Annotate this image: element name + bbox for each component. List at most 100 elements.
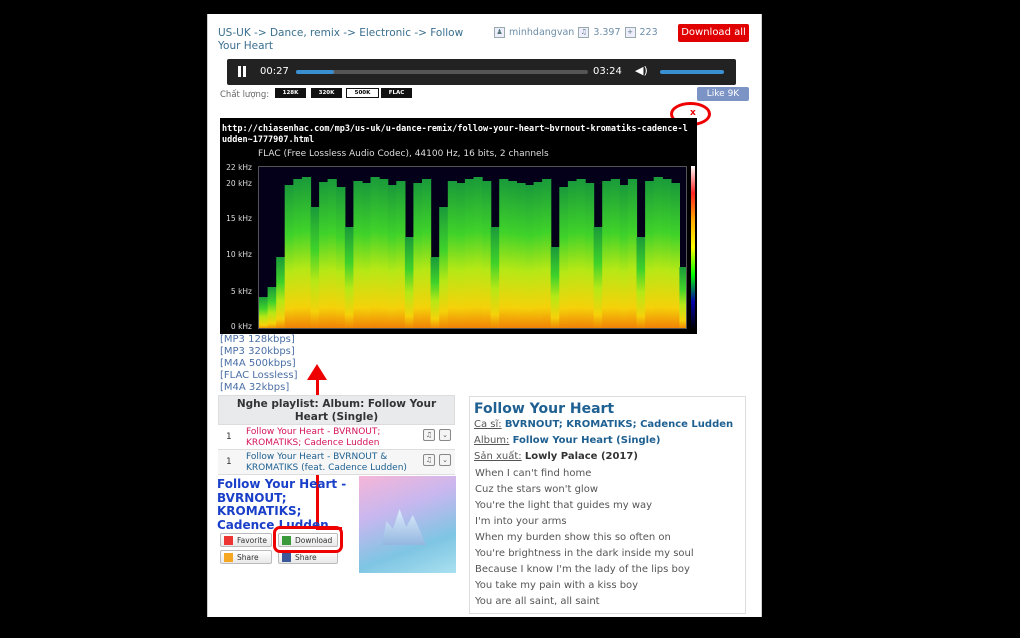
current-time: 00:27 [260,66,289,77]
quality-500k[interactable]: 500K [346,88,379,98]
spectrogram-band [533,182,543,328]
lyric-line: You are all saint, all saint [475,596,600,607]
star-icon [224,553,233,562]
quality-label: Chất lượng: [220,90,270,100]
headphones-icon: ♫ [578,27,590,38]
spectrogram-band [499,179,509,328]
plus-icon: + [624,27,636,38]
format-link-m4a-32[interactable]: [M4A 32kbps] [220,382,289,393]
headphones-icon[interactable]: ♫ [423,429,435,441]
spectrogram-band [653,177,663,328]
row-number: 1 [226,457,232,467]
spectrogram-info: FLAC (Free Lossless Audio Codec), 44100 … [258,149,549,159]
playlist-row[interactable]: 1 Follow Your Heart - BVRNOUT & KROMATIK… [218,450,455,475]
spectrogram-band [430,257,440,328]
format-link-mp3-320[interactable]: [MP3 320kbps] [220,346,295,357]
favorite-count: 223 [639,27,658,38]
spectrogram-band [507,181,517,328]
heart-icon [224,536,233,545]
spectrogram-band [293,179,303,328]
highlight-circle-download [273,526,343,553]
spectrogram-band [567,181,578,328]
quality-128k[interactable]: 128K [275,88,306,98]
progress-track[interactable] [296,70,588,74]
album-link[interactable]: Follow Your Heart (Single) [513,435,661,446]
spectrogram-band [362,183,372,328]
y-tick: 22 kHz [226,163,252,172]
playlist-row[interactable]: 1 Follow Your Heart - BVRNOUT; KROMATIKS… [218,425,455,450]
spectrogram-band [310,207,320,328]
lyric-line: I'm into your arms [475,516,567,527]
chevron-down-icon[interactable]: ⌄ [439,454,451,466]
lyric-line: You take my pain with a kiss boy [475,580,639,591]
spectrogram-band [344,227,354,328]
spectrogram-band [353,181,363,328]
format-link-mp3-128[interactable]: [MP3 128kbps] [220,334,295,345]
spectrogram-band [670,183,680,328]
song-title: Follow Your Heart [474,401,615,417]
spectrogram-band [422,179,432,328]
song-title-link[interactable]: Follow Your Heart - BVRNOUT; KROMATIKS; … [217,477,357,532]
y-tick: 10 kHz [226,250,252,259]
spectrogram-band [619,185,629,328]
spectrogram-band [602,181,612,328]
progress-fill [296,70,334,74]
spectrogram-band [525,185,535,328]
color-scale-bar [691,166,695,329]
facebook-icon [282,553,291,562]
playlist-header: Nghe playlist: Album: Follow Your Heart … [218,395,455,425]
spectrogram-band [447,181,457,328]
user-icon: ♟ [494,27,505,38]
lyric-line: When my burden show this so often on [475,532,671,543]
headphones-icon[interactable]: ♫ [423,454,435,466]
spectrogram-band [404,237,415,328]
spectrogram-plot [258,166,687,329]
spectrogram-band [610,179,620,328]
row-title[interactable]: Follow Your Heart - BVRNOUT & KROMATIKS … [246,452,418,474]
spectrogram-url: http://chiasenhac.com/mp3/us-uk/u-dance-… [222,124,688,145]
uploader-name[interactable]: minhdangvan [509,27,574,38]
spectrogram-band [516,183,526,328]
album-cover [359,476,456,573]
chevron-down-icon[interactable]: ⌄ [439,429,451,441]
spectrogram-band [679,267,686,328]
y-tick: 5 kHz [230,287,252,296]
breadcrumb[interactable]: US-UK -> Dance, remix -> Electronic -> F… [218,27,488,53]
artist-link[interactable]: BVRNOUT; KROMATIKS; Cadence Ludden [505,419,733,430]
format-link-m4a-500[interactable]: [M4A 500kbps] [220,358,296,369]
lyric-line: You're the light that guides my way [475,500,653,511]
row-title[interactable]: Follow Your Heart - BVRNOUT; KROMATIKS; … [246,427,418,449]
spectrogram-band [645,181,655,328]
lyric-line: When I can't find home [475,468,592,479]
like-button[interactable]: Like 9K [697,87,749,101]
volume-icon[interactable]: ◀) [635,64,648,77]
spectrogram-band [379,179,389,328]
spectrogram-band [456,183,466,328]
spectrogram-band [464,179,475,328]
y-tick: 15 kHz [226,214,252,223]
download-all-button[interactable]: Download all [678,24,749,42]
close-icon[interactable]: x [690,108,696,118]
spectrogram-band [576,179,586,328]
spectrogram-band [396,181,406,328]
quality-320k[interactable]: 320K [311,88,342,98]
share-button[interactable]: Share [220,550,272,564]
volume-slider[interactable] [660,70,724,74]
spectrogram-band [439,207,449,328]
producer-value: Lowly Palace (2017) [524,451,638,462]
lyric-line: Because I know I'm the lady of the lips … [475,564,690,575]
format-link-flac[interactable]: [FLAC Lossless] [220,370,297,381]
spectrogram-band [585,183,595,328]
spectrogram-graphic [259,167,686,328]
quality-flac[interactable]: FLAC [381,88,412,98]
spectrogram-band [542,179,552,328]
listen-count: 3.397 [593,27,621,38]
spectrogram-band [301,177,312,328]
album-line: Album: Follow Your Heart (Single) [474,435,661,446]
spectrogram-band [482,181,492,328]
spectrogram-band [473,177,483,328]
spectrogram-band [627,179,638,328]
pause-icon[interactable] [237,66,247,77]
spectrogram-band [319,182,329,328]
favorite-button[interactable]: Favorite [220,533,272,547]
